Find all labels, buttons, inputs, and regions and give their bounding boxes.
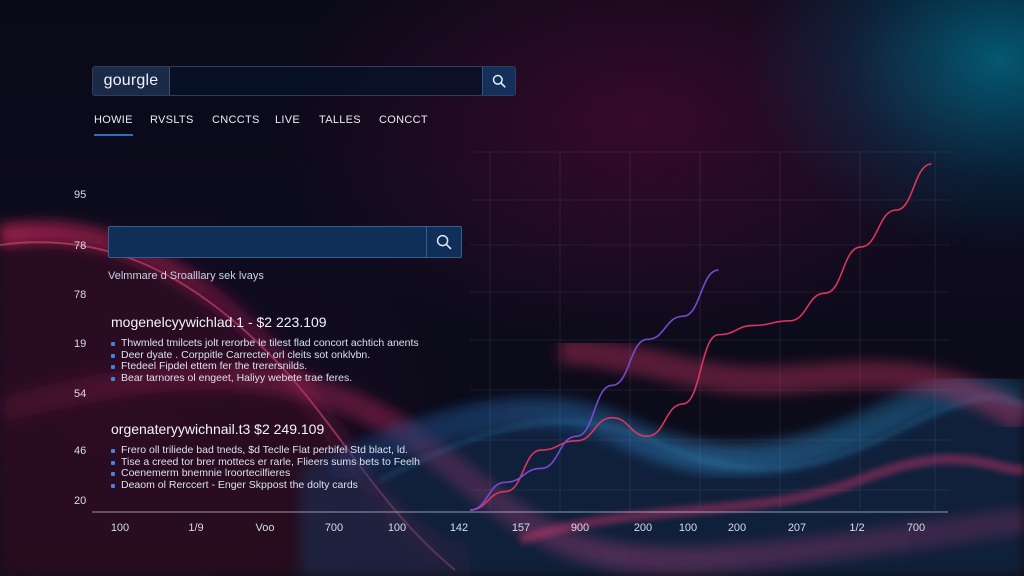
nav-item-contacts[interactable]: CNCCTS	[212, 114, 260, 126]
result-bullet: Frero oll triliede bad tneds, $d Teclle …	[111, 444, 481, 457]
series-line-red	[469, 163, 932, 511]
y-tick-label: 95	[74, 189, 86, 201]
search-result: mogenelcyywichlad.1 - $2 223.109 Thwmled…	[111, 314, 481, 384]
top-search-bar: gourgle	[92, 66, 516, 96]
nav-item-contact[interactable]: CONCCT	[379, 114, 428, 126]
x-tick-label: 1/9	[188, 522, 203, 534]
page-background: 95 78 78 19 54 46 20 100 1/9 Voo 700 100 142 157 900 20…	[0, 0, 1024, 576]
y-tick-label: 20	[74, 495, 86, 507]
y-tick-label: 54	[74, 388, 86, 400]
result-bullet: Deaom ol Rerccert - Enger Skppost the do…	[111, 479, 481, 492]
result-bullet: Ftedeel Fipdel ettem fer the trerersnild…	[111, 360, 481, 373]
search-meta-text: Velmmare d Sroalllary sek lvays	[108, 270, 264, 282]
x-tick-label: 157	[512, 522, 530, 534]
y-tick-label: 78	[74, 240, 86, 252]
x-tick-label: 100	[679, 522, 697, 534]
result-bullets: Frero oll triliede bad tneds, $d Teclle …	[111, 444, 481, 492]
y-tick-label: 46	[74, 445, 86, 457]
result-title[interactable]: mogenelcyywichlad.1 - $2 223.109	[111, 314, 481, 330]
top-search-button[interactable]	[482, 67, 515, 95]
nav-item-results[interactable]: RVSLTS	[150, 114, 194, 126]
result-bullet: Bear tarnores ol engeet, Haliyy webete t…	[111, 372, 481, 385]
site-logo[interactable]: gourgle	[93, 67, 170, 95]
x-tick-label: Voo	[256, 522, 275, 534]
result-bullet: Thwmled tmilcets jolt rerorbe le tilest …	[111, 337, 481, 350]
x-tick-label: 142	[450, 522, 468, 534]
x-tick-label: 200	[728, 522, 746, 534]
search-icon	[492, 74, 506, 88]
x-tick-label: 1/2	[849, 522, 864, 534]
y-tick-label: 78	[74, 289, 86, 301]
x-tick-label: 100	[388, 522, 406, 534]
result-bullets: Thwmled tmilcets jolt rerorbe le tilest …	[111, 337, 481, 385]
x-tick-label: 200	[634, 522, 652, 534]
nav-item-tables[interactable]: TALLES	[319, 114, 361, 126]
top-search-input[interactable]	[170, 67, 482, 95]
search-result: orgenateryywichnail.t3 $2 249.109 Frero …	[111, 421, 481, 491]
y-tick-label: 19	[74, 338, 86, 350]
search-icon	[436, 234, 452, 250]
nav-item-live[interactable]: LIVE	[275, 114, 300, 126]
nav-item-home[interactable]: HOWIE	[94, 114, 133, 136]
x-tick-label: 700	[907, 522, 925, 534]
content-search-button[interactable]	[426, 227, 461, 257]
content-search-bar	[108, 226, 462, 258]
content-search-input[interactable]	[109, 227, 427, 257]
x-tick-label: 207	[788, 522, 806, 534]
result-title[interactable]: orgenateryywichnail.t3 $2 249.109	[111, 421, 481, 437]
x-tick-label: 100	[111, 522, 129, 534]
result-bullet: Coenemerm bnemnie lroortecilfieres	[111, 467, 481, 480]
x-tick-label: 700	[325, 522, 343, 534]
x-tick-label: 900	[571, 522, 589, 534]
